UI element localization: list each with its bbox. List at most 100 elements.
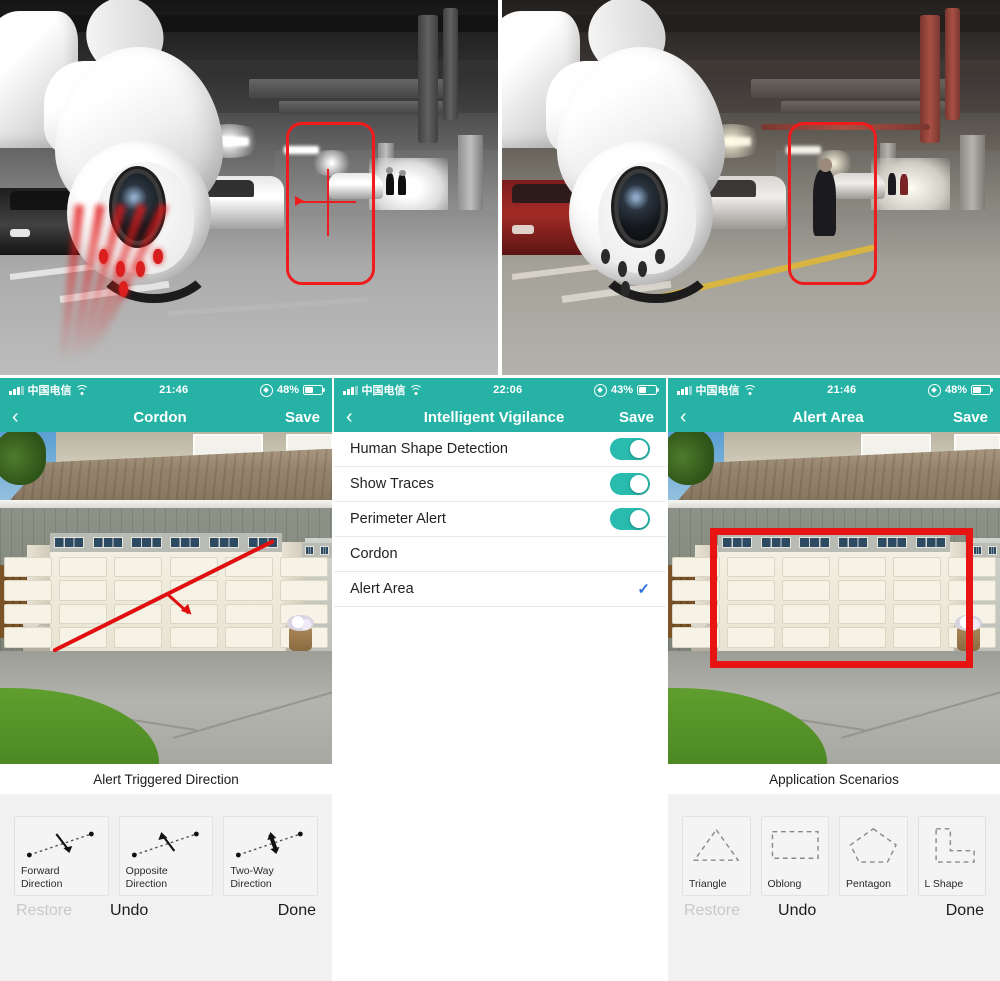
oblong-shape-icon [762, 821, 829, 867]
battery-percent-label: 48% [276, 384, 299, 396]
save-button[interactable]: Save [936, 409, 988, 426]
screen-cordon: 中国电信 21:46 48% ‹ Cordon Save Alert Trigg… [0, 378, 332, 981]
screen-intelligent-vigilance: 中国电信 22:06 43% ‹ Intelligent Vigilance S… [334, 378, 666, 981]
garage-window [54, 536, 85, 549]
direction-card-opposite[interactable]: Opposite Direction [118, 816, 214, 896]
status-bar: 中国电信 22:06 43% [334, 378, 666, 402]
cordon-toolbar: Forward Direction Opposite Direction Two… [0, 794, 332, 981]
distant-person [398, 174, 407, 196]
shape-card-triangle[interactable]: Triangle [682, 816, 751, 896]
ptz-camera-device [502, 0, 771, 364]
camera-preview-cordon[interactable] [0, 432, 332, 764]
undo-button[interactable]: Undo [778, 902, 816, 920]
shape-card-list: Triangle Oblong Pentagon L Shape [668, 794, 1000, 896]
ir-led [620, 280, 630, 297]
shape-card-pentagon[interactable]: Pentagon [839, 816, 908, 896]
list-item-label: Show Traces [350, 476, 434, 492]
ptz-camera-device [0, 0, 269, 364]
camera-preview-alert-area[interactable] [668, 432, 1000, 764]
toggle-perimeter-alert[interactable] [610, 508, 650, 530]
arrow-two-way-direction-icon [224, 821, 317, 867]
list-item-label: Alert Area [350, 581, 414, 597]
garage-window [208, 536, 240, 549]
nav-bar: ‹ Intelligent Vigilance Save [334, 402, 666, 432]
shape-card-oblong[interactable]: Oblong [760, 816, 829, 896]
garage-panel-row [0, 603, 332, 625]
garage-door-window-band [49, 533, 283, 552]
arrow-forward-direction-icon [15, 821, 108, 867]
save-button[interactable]: Save [268, 409, 320, 426]
app-screens: 中国电信 21:46 48% ‹ Cordon Save Alert Trigg… [0, 378, 1000, 981]
direction-card-forward[interactable]: Forward Direction [14, 816, 109, 896]
status-time: 22:06 [493, 384, 523, 396]
planter-pot [288, 627, 313, 652]
garage-window [131, 536, 162, 549]
done-button[interactable]: Done [278, 902, 316, 920]
battery-percent-label: 43% [610, 384, 633, 396]
status-time: 21:46 [159, 384, 189, 396]
ceiling-pipe [945, 7, 961, 120]
save-button[interactable]: Save [602, 409, 654, 426]
triangle-shape-icon [683, 821, 750, 867]
detection-box [788, 121, 877, 286]
page-title: Alert Area [792, 408, 864, 426]
done-button[interactable]: Done [946, 902, 984, 920]
status-bar: 中国电信 21:46 48% [0, 378, 332, 402]
carrier-label: 中国电信 [695, 385, 740, 397]
direction-card-label: Forward Direction [21, 865, 63, 891]
page-title: Intelligent Vigilance [423, 408, 565, 426]
list-item-label: Human Shape Detection [350, 441, 508, 457]
pentagon-shape-icon [840, 821, 907, 867]
screen-alert-area: 中国电信 21:46 48% ‹ Alert Area Save Applica… [668, 378, 1000, 981]
toggle-human-shape-detection[interactable] [610, 438, 650, 460]
back-button[interactable]: ‹ [680, 407, 720, 427]
arrow-opposite-direction-icon [120, 821, 213, 867]
direction-card-label: Two-Way Direction [230, 865, 274, 891]
list-item-human-shape-detection[interactable]: Human Shape Detection [334, 432, 666, 467]
direction-card-two-way[interactable]: Two-Way Direction [223, 816, 319, 896]
section-caption: Application Scenarios [668, 764, 1000, 794]
distant-person [900, 174, 909, 196]
battery-icon [971, 385, 991, 395]
signal-bars-icon [9, 385, 24, 395]
list-item-show-traces[interactable]: Show Traces [334, 467, 666, 502]
garage-panel-row [0, 580, 332, 601]
settings-list: Human Shape Detection Show Traces Perime… [334, 432, 666, 607]
ceiling-pipe [443, 7, 459, 120]
l-shape-icon [919, 821, 986, 867]
list-item-alert-area[interactable]: Alert Area ✓ [334, 572, 666, 607]
ir-led [617, 261, 628, 277]
list-item-label: Cordon [350, 546, 398, 562]
ir-night-view-photo [0, 0, 498, 375]
nav-bar: ‹ Alert Area Save [668, 402, 1000, 432]
signal-bars-icon [677, 385, 692, 395]
garage-panel-row [0, 556, 332, 578]
carrier-label: 中国电信 [27, 385, 72, 397]
back-button[interactable]: ‹ [12, 407, 52, 427]
restore-button[interactable]: Restore [16, 902, 72, 920]
garage-window [170, 536, 201, 549]
toggle-show-traces[interactable] [610, 473, 650, 495]
shape-card-label: Triangle [689, 878, 727, 891]
restore-button[interactable]: Restore [684, 902, 740, 920]
ir-led [655, 248, 665, 265]
crosshair-horizontal [301, 201, 357, 203]
location-icon [927, 383, 941, 397]
alert-area-action-row: Restore Undo Done [668, 896, 1000, 920]
distant-person [887, 172, 896, 195]
battery-icon [303, 385, 323, 395]
wifi-icon [742, 385, 757, 395]
back-button[interactable]: ‹ [346, 407, 386, 427]
undo-button[interactable]: Undo [110, 902, 148, 920]
shape-card-l-shape[interactable]: L Shape [917, 816, 986, 896]
section-caption: Alert Triggered Direction [0, 764, 332, 794]
alert-area-rectangle-overlay[interactable] [709, 528, 973, 669]
product-feature-sheet: 中国电信 21:46 48% ‹ Cordon Save Alert Trigg… [0, 0, 1000, 981]
battery-icon [637, 385, 657, 395]
list-item-cordon[interactable]: Cordon [334, 537, 666, 572]
list-item-perimeter-alert[interactable]: Perimeter Alert [334, 502, 666, 537]
garage-panel-row [0, 627, 332, 648]
day-color-view-photo [502, 0, 1000, 375]
wifi-icon [74, 385, 89, 395]
ir-led [600, 248, 610, 265]
